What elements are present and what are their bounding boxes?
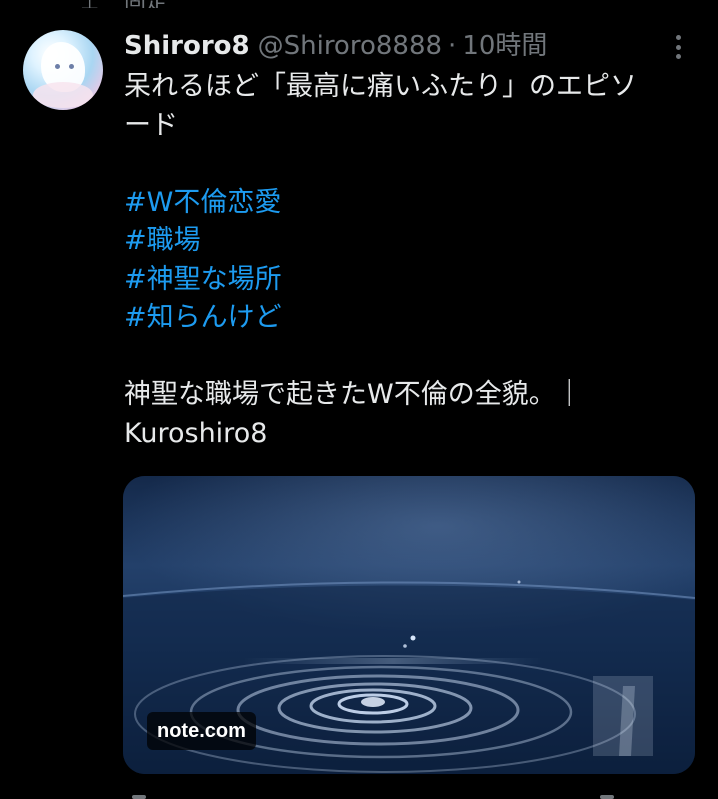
tweet-body: 呆れるほど「最高に痛いふたり」のエピソ ード #W不倫恋愛 #職場 #神聖な場所…	[124, 68, 698, 453]
more-vertical-icon[interactable]	[668, 34, 688, 60]
domain-badge: note.com	[147, 712, 256, 750]
hashtag-link[interactable]: #職場	[124, 222, 698, 261]
reply-icon[interactable]	[132, 795, 146, 799]
link-preview-card[interactable]: note.com	[123, 476, 695, 774]
hashtag-link[interactable]: #神聖な場所	[124, 261, 698, 300]
action-bar-clipped	[0, 795, 718, 799]
tweet-text-line: ード	[124, 109, 178, 141]
pinned-label: 固定	[124, 0, 168, 8]
hashtag-link[interactable]: #W不倫恋愛	[124, 184, 698, 223]
share-icon[interactable]	[600, 795, 614, 799]
pin-icon: ⊥	[80, 0, 99, 8]
avatar[interactable]	[23, 30, 103, 110]
link-title-line: 神聖な職場で起きたW不倫の全貌。｜	[124, 379, 583, 410]
separator-dot: ·	[448, 31, 457, 61]
user-handle[interactable]: @Shiroro8888	[258, 29, 442, 63]
tweet-header: Shiroro8 @Shiroro8888 · 10時間	[124, 29, 547, 63]
link-title-line: Kuroshiro8	[124, 417, 268, 449]
previous-item-strip: ⊥ 固定	[0, 0, 718, 8]
hashtag-link[interactable]: #知らんけど	[124, 299, 698, 338]
display-name[interactable]: Shiroro8	[124, 29, 250, 63]
tweet-text-line: 呆れるほど「最高に痛いふたり」のエピソ	[124, 71, 637, 102]
timestamp[interactable]: 10時間	[462, 29, 547, 63]
